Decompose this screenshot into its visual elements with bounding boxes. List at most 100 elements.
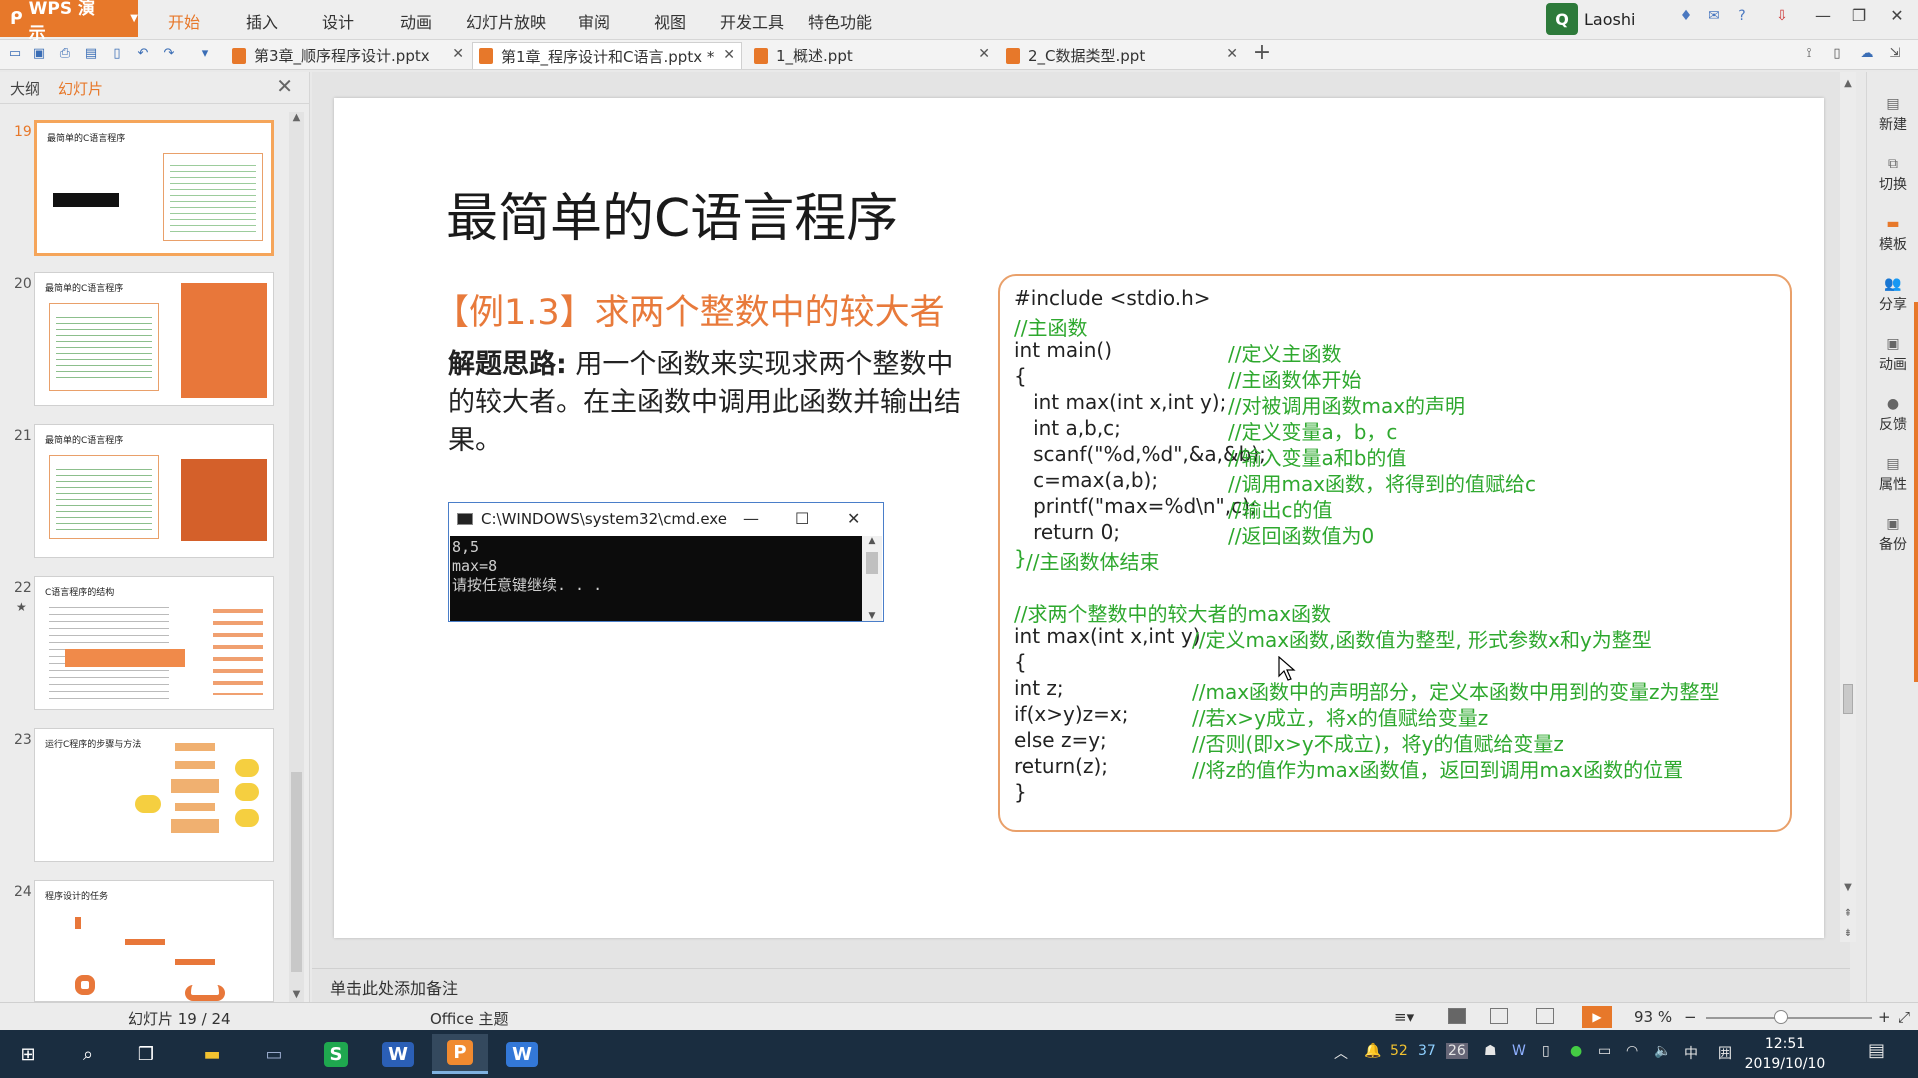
rail-share[interactable]: 👥 分享: [1867, 276, 1918, 314]
print-icon[interactable]: ▤: [82, 46, 100, 64]
tray-usb-icon[interactable]: ▯: [1542, 1043, 1550, 1059]
action-center-icon[interactable]: ▤: [1868, 1040, 1885, 1061]
tab-overview[interactable]: 1_概述.ppt ✕: [748, 42, 996, 69]
preview-icon[interactable]: ▯: [108, 46, 126, 64]
fullscreen-icon[interactable]: ⇲: [1886, 46, 1904, 64]
tray-counter-2[interactable]: 37: [1418, 1043, 1436, 1059]
task-view-button[interactable]: ❒: [118, 1034, 174, 1074]
rail-feedback[interactable]: ● 反馈: [1867, 396, 1918, 434]
ime-indicator[interactable]: 中: [1684, 1043, 1698, 1063]
menu-animation[interactable]: 动画: [400, 9, 432, 33]
notes-toggle-icon[interactable]: ≡▾: [1394, 1008, 1414, 1026]
menu-review[interactable]: 审阅: [578, 9, 610, 33]
menu-home[interactable]: 开始: [168, 9, 200, 33]
theme-name[interactable]: Office 主题: [430, 1008, 509, 1029]
scroll-up-icon[interactable]: ▲: [289, 112, 304, 123]
system-clock[interactable]: 12:51 2019/10/10: [1740, 1034, 1830, 1074]
app-menu-button[interactable]: ᑭ WPS 演示 ▼: [0, 0, 138, 44]
add-tab-icon[interactable]: +: [1250, 40, 1274, 68]
start-button[interactable]: ⊞: [0, 1034, 56, 1074]
rail-switch[interactable]: ⧉ 切换: [1867, 156, 1918, 194]
reading-view-icon[interactable]: [1536, 1008, 1554, 1024]
tab-outline[interactable]: 大纲: [10, 78, 40, 99]
slide-thumbnail-22[interactable]: C语言程序的结构: [34, 576, 274, 710]
tab-close-icon[interactable]: ✕: [978, 46, 990, 62]
tab-close-icon[interactable]: ✕: [723, 47, 735, 63]
zoom-slider[interactable]: [1706, 1017, 1872, 1019]
next-slide-icon[interactable]: ⇟: [1840, 928, 1856, 939]
wps-sheets-button[interactable]: S: [308, 1034, 364, 1074]
fit-window-icon[interactable]: ⤢: [1898, 1008, 1910, 1026]
tab-chapter1[interactable]: 第1章_程序设计和C语言.pptx * ✕: [472, 42, 742, 69]
pin-icon[interactable]: ⟟: [1800, 46, 1818, 64]
export-icon[interactable]: ⎙: [56, 46, 74, 64]
explain-text[interactable]: 解题思路: 用一个函数来实现求两个整数中的较大者。在主函数中调用此函数并输出结果…: [448, 346, 968, 460]
slide-thumbnail-24[interactable]: 程序设计的任务: [34, 880, 274, 1002]
tab-chapter3[interactable]: 第3章_顺序程序设计.pptx ✕: [226, 42, 470, 69]
scroll-down-icon[interactable]: ▼: [289, 989, 304, 1000]
keyboard-layout-icon[interactable]: 囲: [1718, 1043, 1732, 1063]
example-title[interactable]: 【例1.3】求两个整数中的较大者: [434, 284, 945, 335]
rail-template[interactable]: ▬ 模板: [1867, 216, 1918, 254]
save-icon[interactable]: ▣: [30, 46, 48, 64]
remote-desktop-button[interactable]: ▭: [246, 1034, 302, 1074]
notification-bell-icon[interactable]: 🔔: [1364, 1043, 1381, 1059]
slide-title[interactable]: 最简单的C语言程序: [446, 176, 898, 251]
editor-scroll-thumb[interactable]: [1843, 684, 1853, 714]
window-icon[interactable]: ▯: [1828, 46, 1846, 64]
sorter-view-icon[interactable]: [1490, 1008, 1508, 1024]
zoom-slider-thumb[interactable]: [1774, 1010, 1788, 1024]
normal-view-icon[interactable]: [1448, 1008, 1466, 1024]
menu-insert[interactable]: 插入: [246, 9, 278, 33]
panel-scroll-thumb[interactable]: [291, 772, 302, 972]
cloud-icon[interactable]: ☁: [1858, 46, 1876, 64]
editor-scrollbar[interactable]: ▲ ▼ ⇞ ⇟: [1840, 72, 1856, 942]
tray-app-icon[interactable]: ☗: [1484, 1043, 1497, 1059]
word-button[interactable]: W: [370, 1034, 426, 1074]
menu-slideshow[interactable]: 幻灯片放映: [466, 9, 546, 33]
menu-view[interactable]: 视图: [654, 9, 686, 33]
scroll-up-icon[interactable]: ▲: [1840, 78, 1856, 89]
customize-chevron-icon[interactable]: ▾: [196, 46, 214, 64]
tray-counter-3[interactable]: 26: [1446, 1043, 1468, 1059]
tab-close-icon[interactable]: ✕: [1226, 46, 1238, 62]
rail-new[interactable]: ▤ 新建: [1867, 96, 1918, 134]
close-icon[interactable]: ✕: [1884, 6, 1910, 30]
user-account[interactable]: Q Laoshi: [1546, 3, 1668, 35]
rail-animation[interactable]: ▣ 动画: [1867, 336, 1918, 374]
restore-icon[interactable]: ❐: [1846, 6, 1872, 30]
zoom-level[interactable]: 93 %: [1634, 1008, 1672, 1026]
slide-thumbnail-20[interactable]: 最简单的C语言程序: [34, 272, 274, 406]
menu-design[interactable]: 设计: [322, 9, 354, 33]
tray-word-icon[interactable]: W: [1512, 1043, 1526, 1059]
tab-slides[interactable]: 幻灯片: [58, 78, 103, 99]
slide-canvas[interactable]: 最简单的C语言程序 【例1.3】求两个整数中的较大者 解题思路: 用一个函数来实…: [334, 98, 1824, 938]
notes-area[interactable]: 单击此处添加备注: [312, 968, 1850, 1002]
tray-green-icon[interactable]: ●: [1570, 1043, 1582, 1059]
slide-thumbnail-23[interactable]: 运行C程序的步骤与方法: [34, 728, 274, 862]
prev-slide-icon[interactable]: ⇞: [1840, 908, 1856, 919]
tab-datatypes[interactable]: 2_C数据类型.ppt ✕: [1000, 42, 1244, 69]
wifi-icon[interactable]: ◠: [1626, 1043, 1638, 1059]
slide-thumbnail-21[interactable]: 最简单的C语言程序: [34, 424, 274, 558]
zoom-out-icon[interactable]: −: [1684, 1008, 1697, 1026]
open-icon[interactable]: ▭: [6, 46, 24, 64]
search-button[interactable]: ⌕: [60, 1034, 116, 1074]
wps-presentation-button[interactable]: P: [432, 1034, 488, 1074]
tray-counter-1[interactable]: 52: [1390, 1043, 1408, 1059]
cmd-window-image[interactable]: C:\WINDOWS\system32\cmd.exe — ☐ ✕ 8,5 ma…: [448, 502, 884, 622]
explorer-button[interactable]: ▬: [184, 1034, 240, 1074]
tray-expand-icon[interactable]: ︿: [1334, 1043, 1348, 1063]
chat-icon[interactable]: ✉: [1704, 8, 1724, 28]
wps-writer-button[interactable]: W: [494, 1034, 550, 1074]
volume-icon[interactable]: 🔈: [1654, 1043, 1671, 1059]
panel-close-icon[interactable]: ✕: [276, 74, 293, 98]
download-icon[interactable]: ⇩: [1772, 8, 1792, 28]
menu-special[interactable]: 特色功能: [808, 9, 872, 33]
code-box[interactable]: #include <stdio.h> //主函数 int main() //定义…: [998, 274, 1792, 832]
tab-close-icon[interactable]: ✕: [452, 46, 464, 62]
zoom-in-icon[interactable]: +: [1878, 1008, 1891, 1026]
panel-scrollbar[interactable]: ▲ ▼: [289, 112, 304, 1002]
menu-developer[interactable]: 开发工具: [720, 9, 784, 33]
rail-properties[interactable]: ▤ 属性: [1867, 456, 1918, 494]
